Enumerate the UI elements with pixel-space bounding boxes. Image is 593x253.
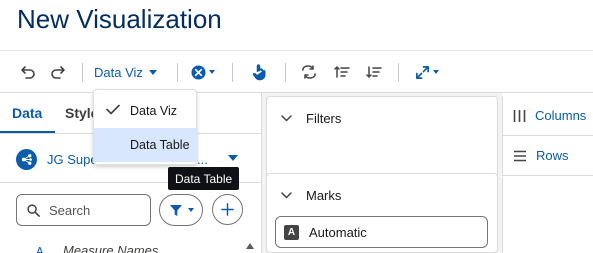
dataset-icon bbox=[16, 149, 37, 170]
rows-icon bbox=[514, 150, 526, 161]
close-circle-icon bbox=[191, 64, 206, 80]
search-icon bbox=[27, 203, 40, 217]
toolbar-divider bbox=[177, 63, 178, 82]
chevron-down-icon bbox=[209, 70, 215, 74]
text-field-icon: A bbox=[36, 245, 44, 253]
sort-ascending-button[interactable] bbox=[334, 62, 350, 82]
add-field-button[interactable] bbox=[212, 194, 243, 225]
filters-label: Filters bbox=[306, 111, 342, 126]
toolbar-divider bbox=[232, 63, 233, 82]
svg-text:A: A bbox=[36, 245, 44, 253]
toolbar-divider bbox=[398, 63, 399, 82]
chevron-down-icon[interactable] bbox=[228, 155, 238, 161]
redo-icon bbox=[51, 66, 65, 79]
shelf-area bbox=[502, 177, 593, 253]
interaction-button[interactable] bbox=[251, 62, 267, 82]
chevron-down-icon bbox=[433, 70, 439, 74]
field-label: Measure Names bbox=[63, 243, 159, 253]
menu-item-label: Data Table bbox=[130, 138, 190, 152]
menu-item-label: Data Viz bbox=[130, 104, 178, 118]
swap-icon bbox=[301, 65, 316, 79]
chevron-down-icon bbox=[281, 192, 292, 199]
viz-type-dropdown[interactable]: Data Viz bbox=[94, 62, 157, 82]
menu-item-data-viz[interactable]: Data Viz bbox=[94, 94, 198, 128]
dataset-label: JG Supe bbox=[47, 152, 98, 167]
columns-shelf[interactable]: Columns bbox=[502, 96, 593, 136]
mark-type-select[interactable]: A Automatic bbox=[275, 216, 488, 248]
tooltip: Data Table bbox=[168, 167, 240, 190]
toolbar-divider bbox=[285, 63, 286, 82]
field-item[interactable]: A Measure Names bbox=[36, 243, 158, 253]
columns-icon bbox=[513, 109, 526, 122]
tab-data[interactable]: Data bbox=[12, 105, 42, 121]
search-input[interactable]: Search bbox=[16, 194, 151, 226]
menu-item-data-table[interactable]: Data Table bbox=[94, 128, 198, 162]
mark-type-label: Automatic bbox=[309, 224, 367, 240]
redo-button[interactable] bbox=[49, 62, 67, 82]
expand-icon bbox=[416, 65, 429, 79]
viz-toolbar: Data Viz bbox=[0, 50, 593, 93]
fit-button[interactable] bbox=[415, 62, 439, 82]
chevron-down-icon bbox=[281, 115, 292, 122]
filter-icon bbox=[169, 204, 182, 216]
dataset-label-ellipsis: ... bbox=[197, 152, 208, 167]
viz-type-label: Data Viz bbox=[94, 64, 143, 80]
sort-descending-button[interactable] bbox=[366, 62, 382, 82]
scroll-up-arrow[interactable] bbox=[246, 243, 254, 249]
swap-axes-button[interactable] bbox=[300, 62, 317, 82]
rows-shelf[interactable]: Rows bbox=[502, 136, 593, 176]
columns-label: Columns bbox=[535, 108, 587, 123]
pointer-icon bbox=[252, 64, 266, 81]
page-title: New Visualization bbox=[17, 4, 222, 34]
search-placeholder: Search bbox=[49, 202, 91, 218]
sort-descending-icon bbox=[366, 66, 382, 78]
marks-label: Marks bbox=[306, 188, 342, 203]
undo-button[interactable] bbox=[19, 62, 37, 82]
encoding-panel: Filters Marks A Automatic bbox=[262, 93, 502, 253]
chevron-down-icon bbox=[187, 208, 194, 212]
chevron-down-icon bbox=[148, 69, 157, 75]
rows-label: Rows bbox=[536, 148, 569, 163]
check-icon bbox=[106, 104, 120, 115]
filters-header[interactable]: Filters bbox=[281, 111, 341, 126]
field-filter-button[interactable] bbox=[159, 194, 203, 226]
plus-icon bbox=[221, 203, 234, 216]
toolbar-divider bbox=[82, 63, 83, 82]
marks-card: Marks A Automatic bbox=[266, 173, 498, 253]
clear-button[interactable] bbox=[191, 62, 215, 82]
shelves-panel: Columns Rows bbox=[502, 93, 593, 253]
marks-header[interactable]: Marks bbox=[281, 188, 341, 203]
viz-type-menu: Data Viz Data Table bbox=[93, 89, 198, 165]
automatic-mark-icon: A bbox=[284, 224, 299, 240]
sort-ascending-icon bbox=[334, 66, 350, 78]
undo-icon bbox=[21, 66, 35, 79]
dataset-selector[interactable]: JG Supe bbox=[16, 149, 98, 170]
